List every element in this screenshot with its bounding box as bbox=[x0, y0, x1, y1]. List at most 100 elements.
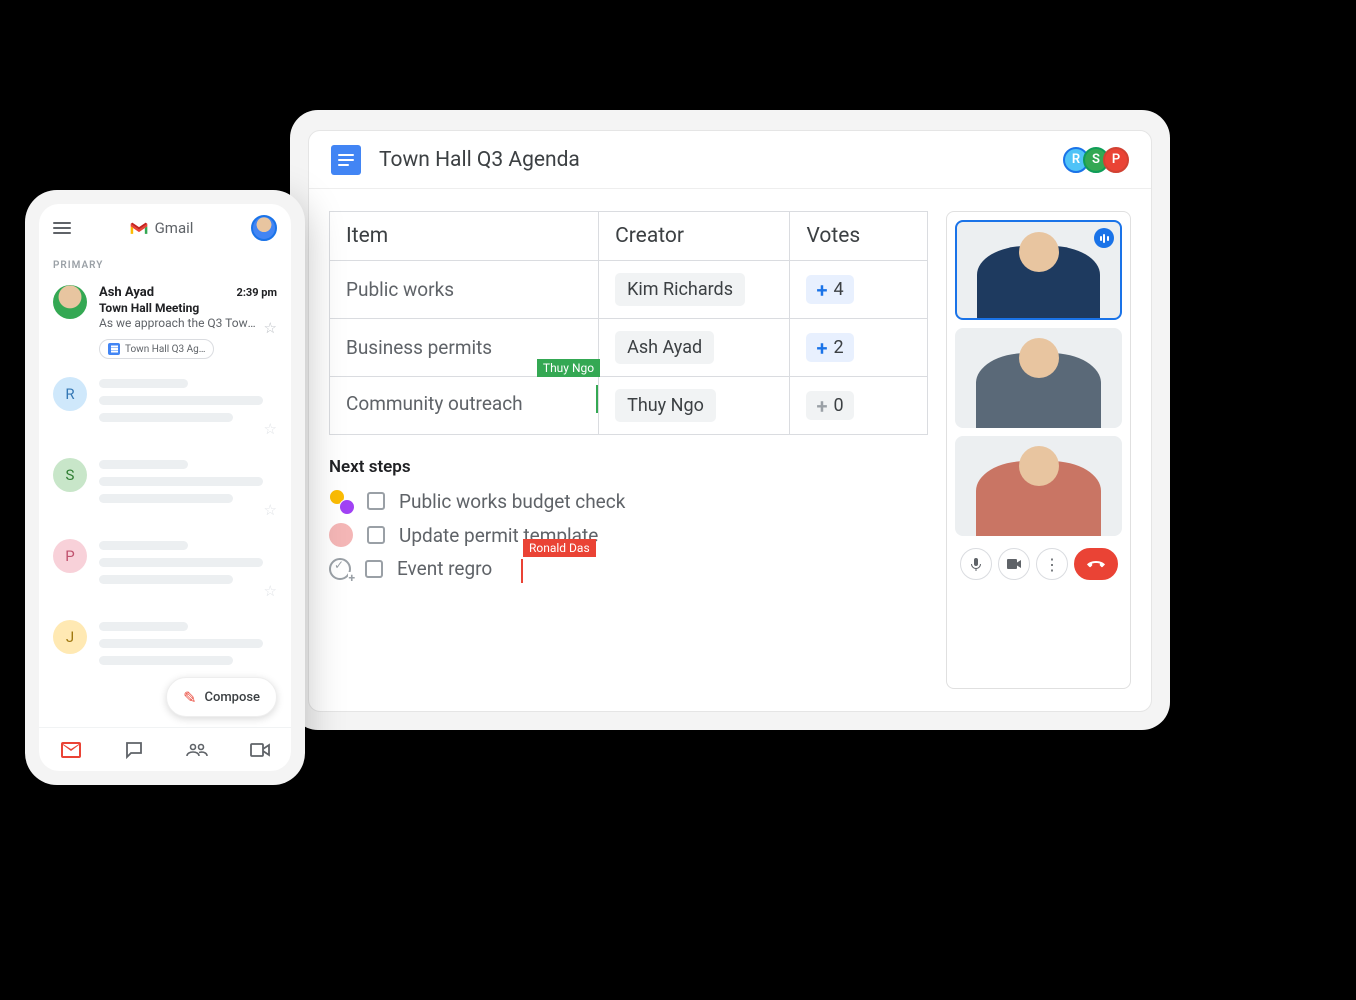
compose-button[interactable]: ✎ Compose bbox=[166, 677, 277, 717]
compose-label: Compose bbox=[204, 690, 260, 705]
mic-icon bbox=[970, 557, 982, 571]
profile-avatar[interactable] bbox=[251, 215, 277, 241]
table-row[interactable]: Community outreach Thuy Ngo Thuy Ngo +0 bbox=[330, 377, 928, 435]
next-step-row[interactable]: Event regro Ronald Das bbox=[329, 557, 928, 580]
email-item[interactable]: R ☆ bbox=[39, 367, 291, 448]
sender-avatar[interactable]: J bbox=[53, 620, 87, 654]
presence-label-red: Ronald Das bbox=[523, 539, 596, 557]
collaborator-badges: R S P bbox=[1069, 147, 1129, 173]
plus-icon: + bbox=[816, 280, 827, 300]
meet-icon bbox=[250, 743, 270, 757]
nav-meet-button[interactable] bbox=[249, 741, 271, 759]
collaborator-badge-p[interactable]: P bbox=[1103, 147, 1129, 173]
gmail-app-name: Gmail bbox=[155, 219, 194, 237]
assignee-avatar[interactable] bbox=[329, 523, 353, 547]
creator-chip[interactable]: Ash Ayad bbox=[615, 331, 714, 364]
nav-chat-button[interactable] bbox=[123, 741, 145, 759]
email-time: 2:39 pm bbox=[237, 286, 277, 299]
cell-votes[interactable]: +2 bbox=[790, 319, 928, 377]
email-item[interactable]: S ☆ bbox=[39, 448, 291, 529]
checkbox[interactable] bbox=[367, 492, 385, 510]
mic-button[interactable] bbox=[960, 548, 992, 580]
table-header-votes: Votes bbox=[790, 212, 928, 261]
mail-icon bbox=[61, 742, 81, 758]
vote-count: 2 bbox=[833, 337, 843, 358]
presence-label-green: Thuy Ngo bbox=[537, 359, 600, 377]
nav-mail-button[interactable] bbox=[60, 741, 82, 759]
assignee-avatars[interactable] bbox=[329, 489, 353, 513]
next-step-row[interactable]: Public works budget check bbox=[329, 489, 928, 513]
cell-item[interactable]: Public works bbox=[330, 261, 599, 319]
gmail-m-icon bbox=[129, 220, 149, 236]
video-tile[interactable] bbox=[955, 220, 1122, 320]
cell-creator[interactable]: Ash Ayad bbox=[599, 319, 790, 377]
email-subject: Town Hall Meeting bbox=[99, 301, 277, 315]
doc-header: Town Hall Q3 Agenda R S P bbox=[309, 131, 1151, 189]
pencil-icon: ✎ bbox=[183, 688, 196, 707]
camera-button[interactable] bbox=[998, 548, 1030, 580]
video-tile[interactable] bbox=[955, 436, 1122, 536]
gmail-header: Gmail bbox=[39, 204, 291, 252]
docs-window: Town Hall Q3 Agenda R S P Item Creator V… bbox=[308, 130, 1152, 712]
phone-device: Gmail PRIMARY Ash Ayad 2:39 pm Town Hall… bbox=[25, 190, 305, 785]
next-step-row[interactable]: Update permit template bbox=[329, 523, 928, 547]
star-icon[interactable]: ☆ bbox=[264, 420, 277, 438]
doc-main[interactable]: Item Creator Votes Public works Kim Rich… bbox=[329, 211, 928, 689]
table-row[interactable]: Business permits Ash Ayad +2 bbox=[330, 319, 928, 377]
table-header-creator: Creator bbox=[599, 212, 790, 261]
cell-item-text: Community outreach bbox=[346, 392, 523, 415]
sender-avatar[interactable] bbox=[53, 285, 87, 319]
chat-icon bbox=[125, 741, 143, 759]
next-step-text-span: Event regro bbox=[397, 557, 492, 580]
speaking-indicator-icon bbox=[1094, 228, 1114, 248]
vote-chip[interactable]: +2 bbox=[806, 333, 853, 362]
gmail-app: Gmail PRIMARY Ash Ayad 2:39 pm Town Hall… bbox=[39, 204, 291, 771]
plus-icon: + bbox=[816, 396, 827, 416]
next-step-text[interactable]: Event regro Ronald Das bbox=[397, 557, 492, 580]
sender-avatar[interactable]: S bbox=[53, 458, 87, 492]
agenda-table[interactable]: Item Creator Votes Public works Kim Rich… bbox=[329, 211, 928, 435]
creator-chip[interactable]: Kim Richards bbox=[615, 273, 745, 306]
table-header-item: Item bbox=[330, 212, 599, 261]
cell-votes[interactable]: +0 bbox=[790, 377, 928, 435]
more-options-button[interactable]: ⋮ bbox=[1036, 548, 1068, 580]
presence-cursor-red bbox=[521, 559, 523, 583]
assign-task-icon[interactable] bbox=[329, 558, 351, 580]
sender-avatar[interactable]: P bbox=[53, 539, 87, 573]
next-steps-heading: Next steps bbox=[329, 457, 928, 477]
docs-app-icon[interactable] bbox=[331, 145, 361, 175]
vote-chip[interactable]: +4 bbox=[806, 275, 853, 304]
hang-up-icon bbox=[1087, 559, 1105, 569]
creator-chip[interactable]: Thuy Ngo bbox=[615, 389, 716, 422]
doc-title[interactable]: Town Hall Q3 Agenda bbox=[379, 148, 1069, 172]
table-row[interactable]: Public works Kim Richards +4 bbox=[330, 261, 928, 319]
email-item[interactable]: P ☆ bbox=[39, 529, 291, 610]
spaces-icon bbox=[186, 743, 208, 757]
meet-controls: ⋮ bbox=[955, 544, 1122, 580]
vote-count: 4 bbox=[833, 279, 843, 300]
email-item[interactable]: Ash Ayad 2:39 pm Town Hall Meeting As we… bbox=[39, 277, 291, 367]
cell-item[interactable]: Community outreach Thuy Ngo bbox=[330, 377, 599, 435]
attachment-chip[interactable]: Town Hall Q3 Ag… bbox=[99, 339, 214, 359]
star-icon[interactable]: ☆ bbox=[264, 501, 277, 519]
plus-icon: + bbox=[816, 338, 827, 358]
cell-creator[interactable]: Kim Richards bbox=[599, 261, 790, 319]
cell-creator[interactable]: Thuy Ngo bbox=[599, 377, 790, 435]
vote-chip[interactable]: +0 bbox=[806, 391, 853, 420]
nav-spaces-button[interactable] bbox=[186, 741, 208, 759]
checkbox[interactable] bbox=[367, 526, 385, 544]
email-preview: As we approach the Q3 Town Ha… bbox=[99, 316, 259, 330]
next-step-text[interactable]: Public works budget check bbox=[399, 490, 625, 513]
star-icon[interactable]: ☆ bbox=[264, 582, 277, 600]
vote-count: 0 bbox=[833, 395, 843, 416]
sender-avatar[interactable]: R bbox=[53, 377, 87, 411]
star-icon[interactable]: ☆ bbox=[264, 319, 277, 337]
cell-votes[interactable]: +4 bbox=[790, 261, 928, 319]
bottom-nav bbox=[39, 727, 291, 771]
gmail-logo: Gmail bbox=[89, 219, 233, 237]
video-tile[interactable] bbox=[955, 328, 1122, 428]
checkbox[interactable] bbox=[365, 560, 383, 578]
docs-chip-icon bbox=[108, 343, 120, 355]
menu-button[interactable] bbox=[53, 222, 71, 234]
hang-up-button[interactable] bbox=[1074, 548, 1118, 580]
